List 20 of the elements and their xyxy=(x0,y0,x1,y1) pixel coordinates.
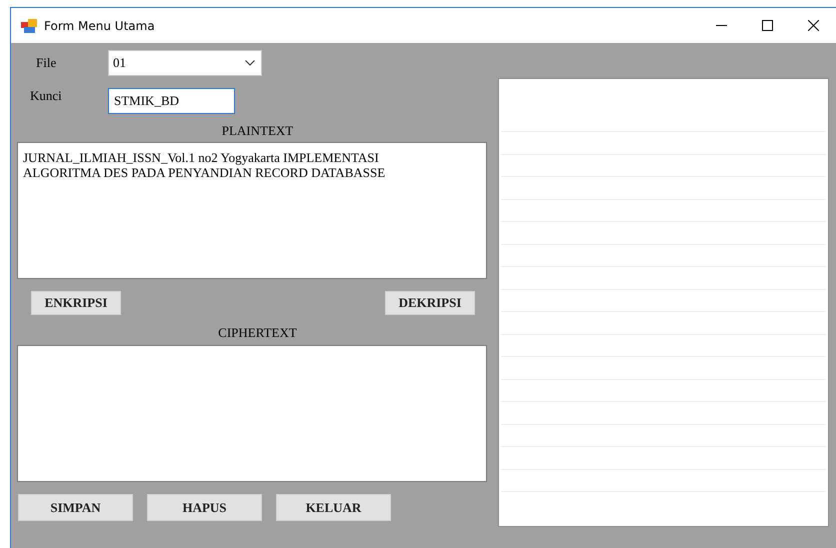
plaintext-field[interactable]: JURNAL_ILMIAH_ISSN_Vol.1 no2 Yogyakarta IMPLEMENTASI ALGORITMA DES PADA PENYANDIAN RECORD DATABASSE xyxy=(17,142,487,279)
window-title: Form Menu Utama xyxy=(44,18,155,32)
file-label: File xyxy=(36,55,58,71)
save-button[interactable]: SIMPAN xyxy=(18,494,133,521)
key-field[interactable]: STMIK_BD xyxy=(108,88,235,114)
file-dropdown[interactable]: 01 xyxy=(108,50,262,76)
list-box[interactable] xyxy=(498,78,829,527)
minimize-icon xyxy=(716,25,726,26)
close-icon xyxy=(808,20,818,31)
ciphertext-label: CIPHERTEXT xyxy=(218,325,297,341)
maximize-icon xyxy=(762,20,772,31)
encrypt-button[interactable]: ENKRIPSI xyxy=(31,291,121,315)
exit-button[interactable]: KELUAR xyxy=(276,494,391,521)
delete-button[interactable]: HAPUS xyxy=(147,494,262,521)
decrypt-button[interactable]: DEKRIPSI xyxy=(385,291,475,315)
plaintext-label: PLAINTEXT xyxy=(222,123,294,139)
key-label: Kunci xyxy=(30,88,63,104)
chevron-down-icon xyxy=(245,60,255,66)
app-icon xyxy=(21,18,37,32)
ciphertext-field[interactable] xyxy=(17,345,487,482)
